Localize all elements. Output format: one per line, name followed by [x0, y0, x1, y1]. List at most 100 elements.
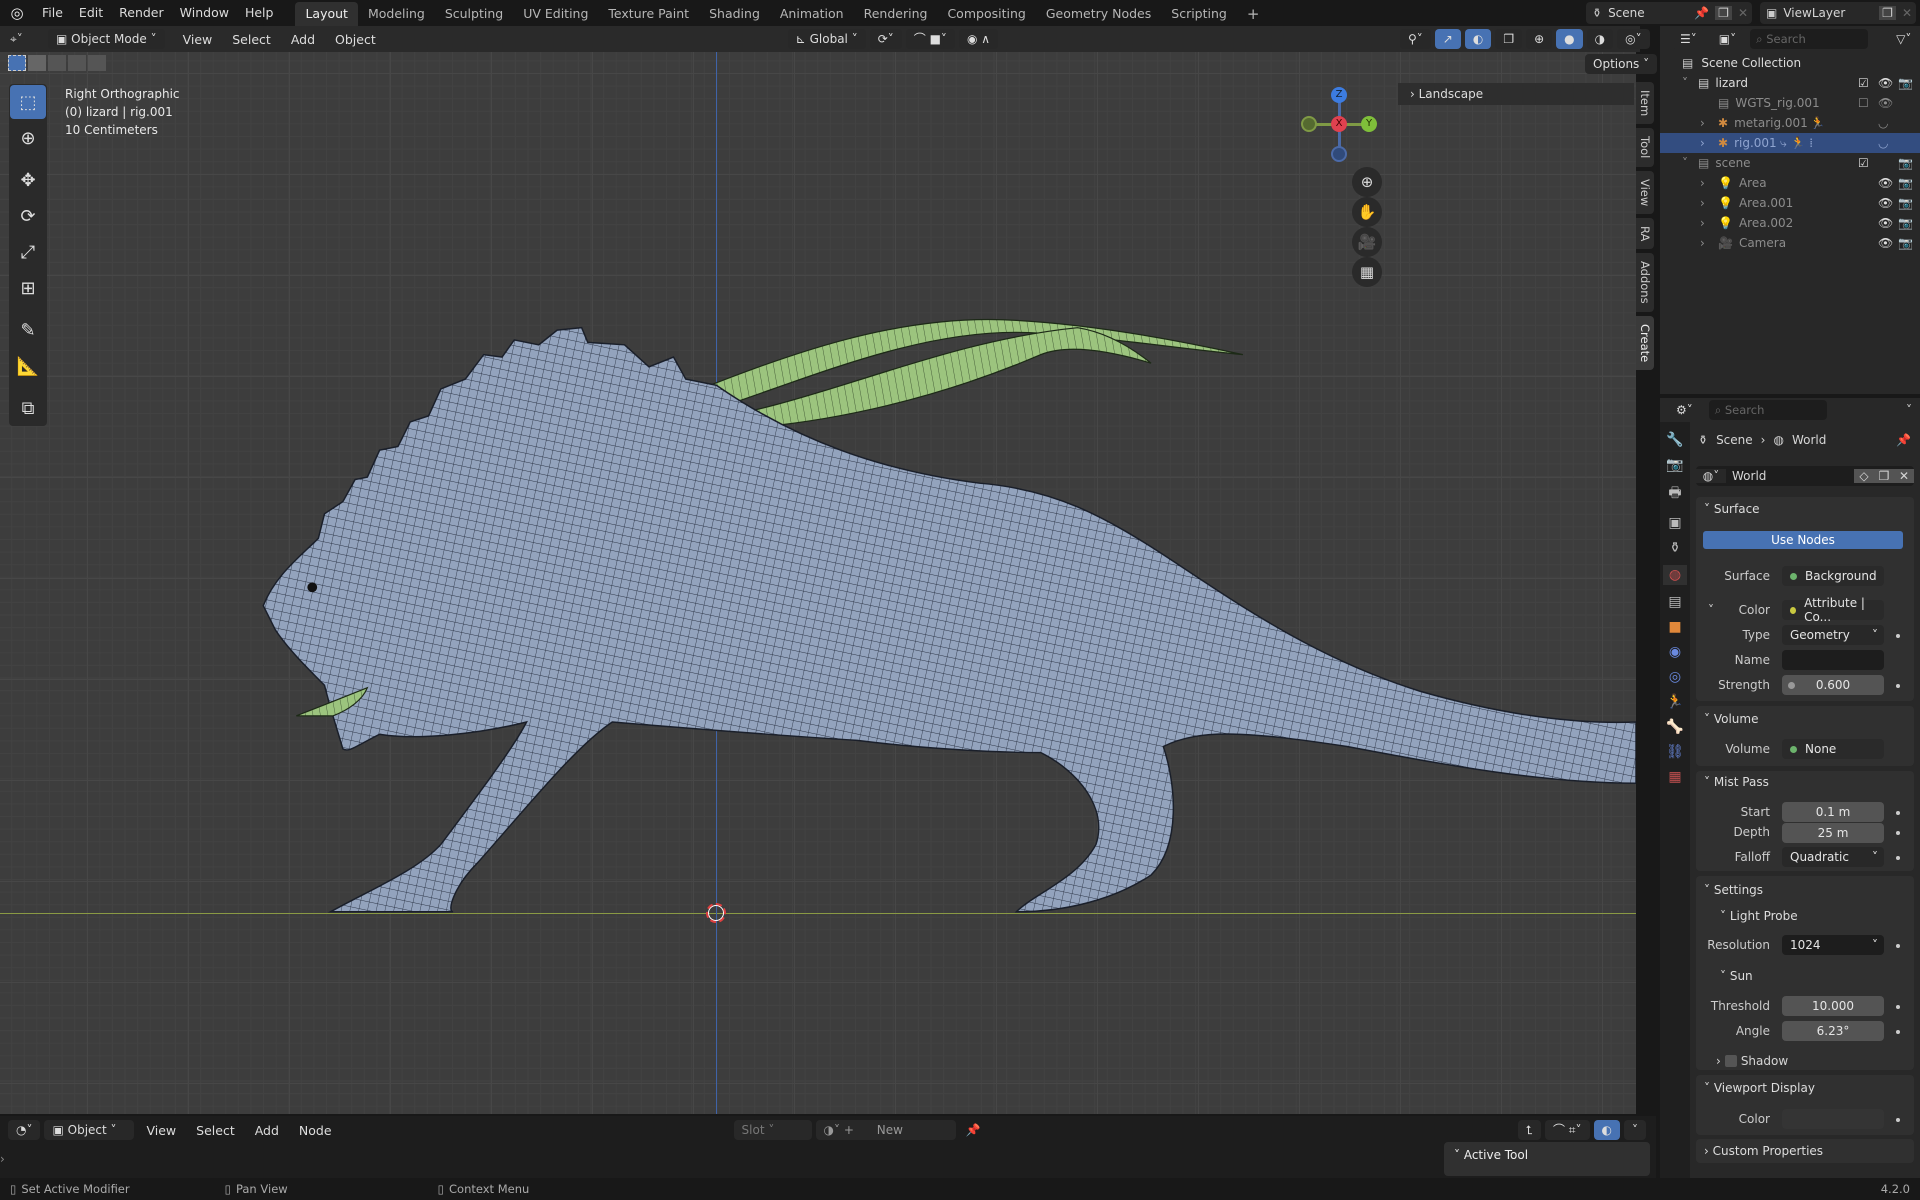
lizard-mesh[interactable] [0, 52, 1636, 1114]
filter-icon[interactable]: ▽˅ [1888, 29, 1920, 49]
eye-icon[interactable]: 👁 [1878, 216, 1893, 230]
add-workspace-button[interactable]: + [1237, 2, 1270, 26]
npanel-tab-item[interactable]: Item [1636, 82, 1654, 125]
sidebar-toggle-icon[interactable]: › [0, 1152, 5, 1166]
duplicate-icon[interactable]: ❐ [1874, 469, 1894, 483]
gizmo-toggle-icon[interactable]: ↗ [1434, 29, 1461, 49]
eye-icon[interactable]: 👁 [1878, 236, 1893, 250]
tab-uv-editing[interactable]: UV Editing [513, 2, 598, 26]
viewport-display-header[interactable]: ˅ Viewport Display [1704, 1081, 1815, 1095]
scene-selector[interactable]: ⚱ Scene 📌 ❐ ✕ [1586, 2, 1752, 24]
eye-closed-icon[interactable]: ◡ [1878, 136, 1888, 150]
outliner-row-wgts[interactable]: ▤ WGTS_rig.001 ☐ 👁 [1660, 93, 1920, 113]
display-mode-icon[interactable]: ☰˅ [1672, 29, 1705, 49]
menu-render[interactable]: Render [111, 0, 172, 26]
shadow-checkbox[interactable] [1724, 1055, 1737, 1067]
shadow-subpanel[interactable]: › Shadow [1716, 1054, 1788, 1068]
fake-user-icon[interactable]: ◇ [1854, 469, 1874, 483]
select-invert-icon[interactable] [68, 55, 86, 71]
tab-animation[interactable]: Animation [770, 2, 854, 26]
filter-view-icon[interactable]: ▣˅ [1710, 29, 1745, 49]
falloff-dropdown[interactable]: Quadratic ˅ [1782, 847, 1884, 867]
outliner-search[interactable]: ⌕ Search [1750, 29, 1869, 49]
camera-render-icon[interactable]: 📷 [1898, 236, 1913, 250]
menu-object[interactable]: Object [327, 32, 384, 47]
tab-shading[interactable]: Shading [699, 2, 770, 26]
select-intersect-icon[interactable] [88, 55, 106, 71]
camera-view-icon[interactable]: 🎥 [1352, 227, 1382, 257]
active-tool-header[interactable]: ˅ Active Tool [1444, 1142, 1650, 1168]
tab-rendering[interactable]: Rendering [854, 2, 938, 26]
delete-scene-icon[interactable]: ✕ [1738, 6, 1752, 20]
measure-tool-icon[interactable]: 📐 [10, 349, 46, 383]
ortho-grid-icon[interactable]: ▦ [1352, 257, 1382, 287]
output-tab-icon[interactable]: 🖶 [1668, 482, 1681, 506]
options-dropdown[interactable]: Options ˅ [1585, 54, 1658, 74]
select-box-tool-icon[interactable]: ⬚ [10, 85, 46, 119]
unlink-icon[interactable]: ✕ [1894, 469, 1914, 483]
pin-icon[interactable]: 📌 [1896, 433, 1911, 447]
move-tool-icon[interactable]: ✥ [10, 163, 46, 197]
menu-help[interactable]: Help [237, 0, 282, 26]
strength-field[interactable]: 0.600 [1782, 675, 1884, 695]
checkbox-icon[interactable]: ☑ [1858, 156, 1869, 170]
editor-type-icon[interactable]: ⌖˅ [10, 32, 44, 47]
tab-texture-paint[interactable]: Texture Paint [598, 2, 699, 26]
outliner-row-metarig[interactable]: › ✱ metarig.001 🏃 ◡ [1660, 113, 1920, 133]
axis-y[interactable]: Y [1361, 116, 1377, 132]
editor-type-icon[interactable]: ◔˅ [8, 1120, 41, 1140]
select-new-icon[interactable] [8, 55, 26, 71]
volume-node-field[interactable]: None [1782, 739, 1884, 759]
npanel-tab-ra[interactable]: RA [1636, 217, 1654, 250]
editor-type-icon[interactable]: ⚙˅ [1668, 400, 1701, 420]
add-cube-tool-icon[interactable]: ⧉ [10, 391, 46, 425]
select-subtract-icon[interactable] [48, 55, 66, 71]
scene-collection-row[interactable]: ▤ Scene Collection [1660, 53, 1920, 73]
pivot-dropdown[interactable]: ⟳˅ [869, 29, 902, 49]
camera-render-icon[interactable]: 📷 [1898, 176, 1913, 190]
npanel-tab-tool[interactable]: Tool [1636, 128, 1654, 167]
camera-render-icon[interactable]: 📷 [1898, 216, 1913, 230]
xray-icon[interactable]: ❐ [1495, 29, 1523, 49]
outliner-row-camera[interactable]: › 🎥 Camera 👁 📷 [1660, 233, 1920, 253]
rotate-tool-icon[interactable]: ⟳ [10, 199, 46, 233]
render-tab-icon[interactable]: 📷 [1666, 457, 1683, 473]
transform-tool-icon[interactable]: ⊞ [10, 271, 46, 305]
npanel-tab-view[interactable]: View [1636, 170, 1654, 214]
pin-icon[interactable]: 📌 [1694, 6, 1709, 20]
outliner-row-area-001[interactable]: › 💡 Area.001 👁 📷 [1660, 193, 1920, 213]
eye-closed-icon[interactable]: ◡ [1878, 116, 1888, 130]
type-dropdown[interactable]: Geometry ˅ [1782, 625, 1884, 645]
node-menu-view[interactable]: View [138, 1123, 184, 1138]
name-input[interactable] [1782, 650, 1884, 670]
outliner-row-area[interactable]: › 💡 Area 👁 📷 [1660, 173, 1920, 193]
delete-view-layer-icon[interactable]: ✕ [1902, 6, 1916, 20]
viewport-color-swatch[interactable] [1782, 1109, 1884, 1129]
shading-rendered-icon[interactable]: ◎˅ [1617, 29, 1650, 49]
annotate-tool-icon[interactable]: ✎ [10, 313, 46, 347]
eye-icon[interactable]: 👁 [1878, 96, 1893, 110]
axis-z[interactable]: Z [1331, 87, 1347, 103]
menu-edit[interactable]: Edit [71, 0, 111, 26]
world-datablock[interactable]: ◍˅ World ◇ ❐ ✕ [1696, 466, 1914, 486]
scene-tab-icon[interactable]: ⚱ [1669, 540, 1681, 556]
tab-sculpting[interactable]: Sculpting [435, 2, 513, 26]
tool-tab-icon[interactable]: 🔧 [1666, 432, 1683, 448]
3d-cursor[interactable] [706, 903, 726, 923]
node-menu-node[interactable]: Node [291, 1123, 340, 1138]
npanel-tab-addons[interactable]: Addons [1636, 253, 1654, 312]
shading-solid-icon[interactable]: ● [1556, 29, 1583, 49]
tab-scripting[interactable]: Scripting [1161, 2, 1237, 26]
outliner-row-rig[interactable]: › ✱ rig.001 ⤷ 🏃 ⁞ ◡ [1660, 133, 1920, 153]
blender-logo-icon[interactable]: ◎ [0, 4, 34, 22]
npanel-tab-create[interactable]: Create [1636, 315, 1654, 371]
npanel-landscape[interactable]: › Landscape [1398, 83, 1634, 105]
menu-window[interactable]: Window [172, 0, 237, 26]
object-data-armature-icon[interactable]: 🏃 [1666, 694, 1683, 710]
axis-x[interactable]: X [1331, 116, 1347, 132]
surface-panel-header[interactable]: ˅ Surface [1704, 502, 1760, 516]
mist-pass-header[interactable]: ˅ Mist Pass [1704, 775, 1769, 789]
pan-hand-icon[interactable]: ✋ [1352, 197, 1382, 227]
world-tab-icon[interactable]: ◍ [1662, 565, 1688, 585]
properties-search[interactable]: ⌕ Search [1708, 400, 1827, 420]
